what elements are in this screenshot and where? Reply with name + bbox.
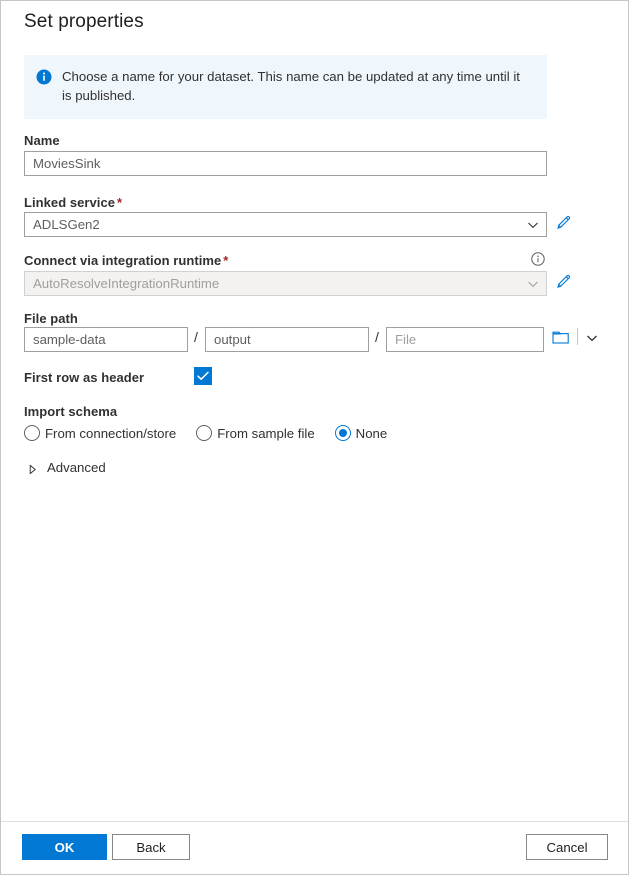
first-row-as-header-label-text: First row as header: [24, 370, 145, 385]
linked-service-edit-pencil-icon[interactable]: [554, 213, 574, 233]
file-path-divider: [577, 328, 578, 345]
integration-runtime-label-text: Connect via integration runtime: [24, 253, 222, 268]
integration-runtime-value: AutoResolveIntegrationRuntime: [33, 276, 220, 291]
chevron-down-icon: [526, 277, 540, 291]
integration-runtime-label: Connect via integration runtime *: [24, 253, 228, 268]
linked-service-label-text: Linked service: [24, 195, 116, 210]
radio-circle-icon: [24, 425, 40, 441]
radio-none[interactable]: None: [334, 425, 388, 441]
info-banner: Choose a name for your dataset. This nam…: [24, 55, 547, 119]
advanced-label: Advanced: [47, 460, 106, 475]
file-path-separator-2: /: [375, 329, 379, 345]
import-schema-label: Import schema: [24, 404, 117, 419]
linked-service-dropdown[interactable]: ADLSGen2: [24, 212, 547, 237]
caret-right-icon: [27, 462, 38, 475]
radio-from-sample-file[interactable]: From sample file: [196, 425, 315, 441]
radio-label: From connection/store: [45, 425, 177, 441]
radio-label: None: [355, 425, 388, 441]
dialog-body: Set properties Choose a name for your da…: [1, 1, 628, 821]
import-schema-radio-group: From connection/store From sample file N…: [24, 425, 407, 441]
integration-runtime-info-outline-icon[interactable]: [531, 252, 545, 266]
dialog-footer: OK Back Cancel: [1, 821, 628, 874]
file-path-label-text: File path: [24, 311, 78, 326]
radio-label: From sample file: [217, 425, 315, 441]
back-button[interactable]: Back: [112, 834, 190, 860]
checkmark-icon: [197, 371, 209, 380]
file-path-label: File path: [24, 311, 78, 326]
file-path-container-input[interactable]: sample-data: [24, 327, 188, 352]
file-path-file-input[interactable]: File: [386, 327, 544, 352]
chevron-down-icon: [526, 218, 540, 232]
import-schema-label-text: Import schema: [24, 404, 118, 419]
file-path-directory-input[interactable]: output: [205, 327, 369, 352]
file-path-separator-1: /: [194, 329, 198, 345]
linked-service-value: ADLSGen2: [33, 217, 100, 232]
name-label: Name: [24, 133, 60, 148]
linked-service-required-star: *: [117, 195, 123, 210]
first-row-as-header-label: First row as header: [24, 370, 144, 385]
integration-runtime-edit-pencil-icon[interactable]: [554, 272, 574, 292]
cancel-button[interactable]: Cancel: [526, 834, 608, 860]
set-properties-dialog: Set properties Choose a name for your da…: [0, 0, 629, 875]
file-path-browse-folder-icon[interactable]: [552, 329, 570, 345]
radio-circle-selected-icon: [334, 425, 351, 441]
ok-button[interactable]: OK: [22, 834, 107, 860]
name-label-text: Name: [24, 133, 60, 148]
name-input[interactable]: MoviesSink: [24, 151, 547, 176]
info-banner-text: Choose a name for your dataset. This nam…: [62, 69, 520, 103]
linked-service-label: Linked service *: [24, 195, 122, 210]
radio-from-connection-store[interactable]: From connection/store: [24, 425, 176, 441]
info-filled-icon: [36, 69, 52, 85]
integration-runtime-required-star: *: [223, 253, 229, 268]
integration-runtime-dropdown[interactable]: AutoResolveIntegrationRuntime: [24, 271, 547, 296]
radio-circle-icon: [196, 425, 213, 441]
first-row-as-header-checkbox[interactable]: [194, 367, 212, 385]
advanced-expander[interactable]: Advanced: [27, 460, 106, 475]
file-path-chevron-down-icon[interactable]: [585, 331, 599, 345]
page-title: Set properties: [24, 11, 144, 32]
